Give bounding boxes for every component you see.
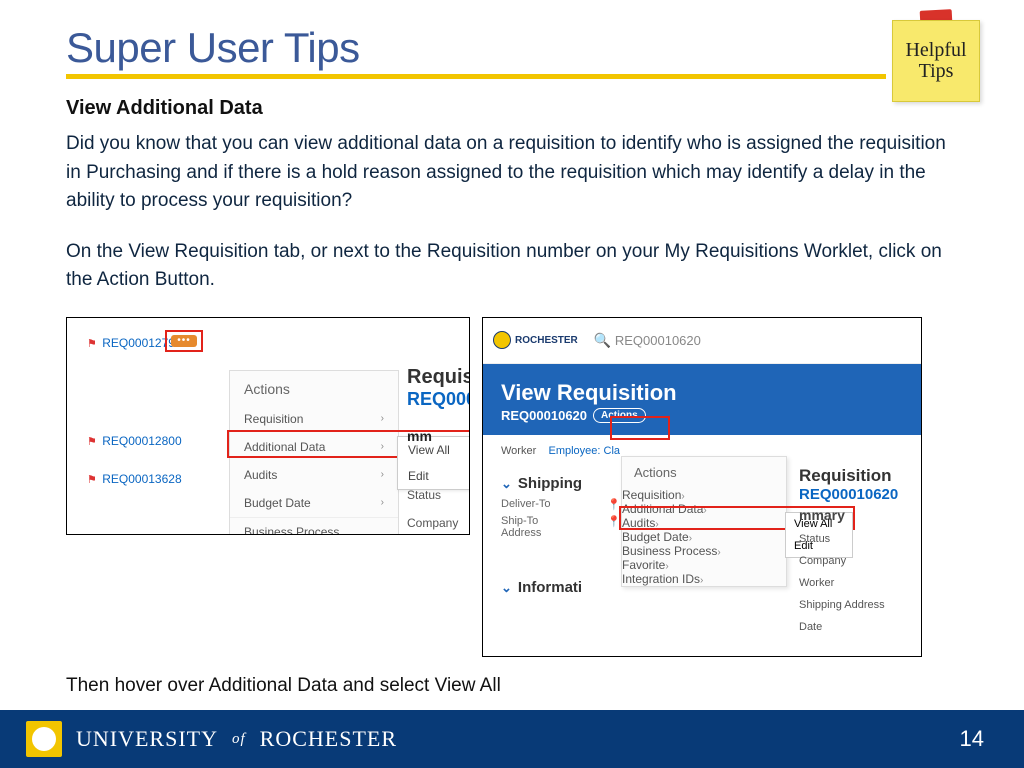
requisition-number[interactable]: REQ00010620 — [799, 486, 898, 503]
screenshot-view-requisition: ROCHESTER 🔍 REQ00010620 View Requisition… — [482, 317, 922, 657]
company-label: Company — [407, 516, 470, 530]
brand-logo: ROCHESTER — [493, 331, 578, 349]
menu-item-audits[interactable]: Audits› — [230, 461, 398, 489]
sticky-note: Helpful Tips — [892, 14, 984, 104]
status-label: Status — [799, 533, 898, 545]
requisition-number[interactable]: REQ0001 — [407, 389, 470, 410]
list-item: ⚑ REQ00013628 — [87, 472, 247, 486]
sticky-note-text: Helpful Tips — [892, 20, 980, 102]
flag-icon: ⚑ — [87, 436, 97, 448]
university-wordmark: UNIVERSITY of ROCHESTER — [24, 719, 397, 759]
shipping-address-label: Shipping Address — [799, 599, 898, 611]
title-underline — [66, 74, 886, 79]
flag-icon: ⚑ — [87, 338, 97, 350]
page-title: Super User Tips — [66, 24, 886, 72]
university-name-part1: UNIVERSITY — [76, 726, 218, 752]
flag-icon: ⚑ — [87, 474, 97, 486]
requisition-label: Requisi — [407, 366, 470, 389]
caption-text: Then hover over Additional Data and sele… — [66, 675, 958, 697]
chevron-right-icon: › — [681, 491, 684, 502]
text-fragment: mm — [407, 428, 470, 444]
seal-icon — [493, 331, 511, 349]
text-fragment: mmary — [799, 507, 898, 523]
screenshot-worklet: ⚑ REQ00012799 ⚑ REQ00012800 ⚑ REQ0001362… — [66, 317, 470, 535]
list-item: ⚑ REQ00012800 — [87, 434, 247, 448]
menu-item-budget-date[interactable]: Budget Date› — [622, 530, 786, 544]
menu-item-favorite[interactable]: Favorite› — [622, 558, 786, 572]
requisition-link[interactable]: REQ00012800 — [102, 434, 181, 448]
menu-item-business-process[interactable]: Business Process› — [622, 544, 786, 558]
chevron-down-icon: ⌄ — [501, 476, 512, 491]
chevron-right-icon: › — [665, 561, 668, 572]
status-label: Status — [407, 488, 470, 502]
search-value: REQ00010620 — [615, 333, 701, 348]
university-of: of — [230, 731, 248, 748]
search-icon: 🔍 — [594, 332, 611, 348]
company-label: Company — [799, 555, 898, 567]
chevron-down-icon: ⌄ — [501, 580, 512, 595]
right-column: Requisi REQ0001 mm Status Company — [407, 366, 470, 530]
right-column: Requisition REQ00010620 mmary Status Com… — [799, 466, 898, 633]
actions-button[interactable]: ••• — [171, 335, 197, 347]
blue-header: View Requisition REQ00010620 Actions — [483, 364, 921, 435]
highlight-actions-badge — [610, 416, 670, 440]
footer-bar: UNIVERSITY of ROCHESTER 14 — [0, 710, 1024, 768]
menu-item-business-process[interactable]: Business Process — [230, 517, 398, 535]
body-paragraph-2: On the View Requisition tab, or next to … — [66, 238, 958, 295]
chevron-right-icon: › — [700, 575, 703, 586]
worker-link[interactable]: Employee: Cla — [548, 445, 620, 457]
search-field[interactable]: 🔍 REQ00010620 — [594, 332, 701, 349]
chevron-right-icon: › — [381, 413, 384, 424]
body-paragraph-1: Did you know that you can view additiona… — [66, 130, 958, 216]
actions-menu-header: Actions — [230, 371, 398, 405]
menu-item-integration-ids[interactable]: Integration IDs› — [622, 572, 786, 586]
requisition-label: Requisition — [799, 466, 898, 486]
worker-label: Worker — [799, 577, 898, 589]
requisition-number-header: REQ00010620 — [501, 408, 587, 423]
view-requisition-title: View Requisition — [501, 380, 903, 406]
university-name-part2: ROCHESTER — [260, 726, 397, 752]
page-number: 14 — [960, 726, 984, 752]
university-seal-icon — [24, 719, 64, 759]
section-subtitle: View Additional Data — [66, 97, 958, 120]
chevron-right-icon: › — [381, 469, 384, 480]
chevron-right-icon: › — [381, 497, 384, 508]
highlight-actions-button: ••• — [165, 330, 203, 352]
chevron-right-icon: › — [717, 547, 720, 558]
chevron-right-icon: › — [689, 533, 692, 544]
menu-item-budget-date[interactable]: Budget Date› — [230, 489, 398, 517]
menu-item-requisition[interactable]: Requisition› — [622, 488, 786, 502]
requisition-link[interactable]: REQ00013628 — [102, 472, 181, 486]
worker-label: Worker — [501, 445, 536, 457]
date-label: Date — [799, 621, 898, 633]
app-topbar: ROCHESTER 🔍 REQ00010620 — [483, 318, 921, 364]
menu-item-requisition[interactable]: Requisition› — [230, 405, 398, 433]
actions-menu-header: Actions — [622, 457, 786, 488]
